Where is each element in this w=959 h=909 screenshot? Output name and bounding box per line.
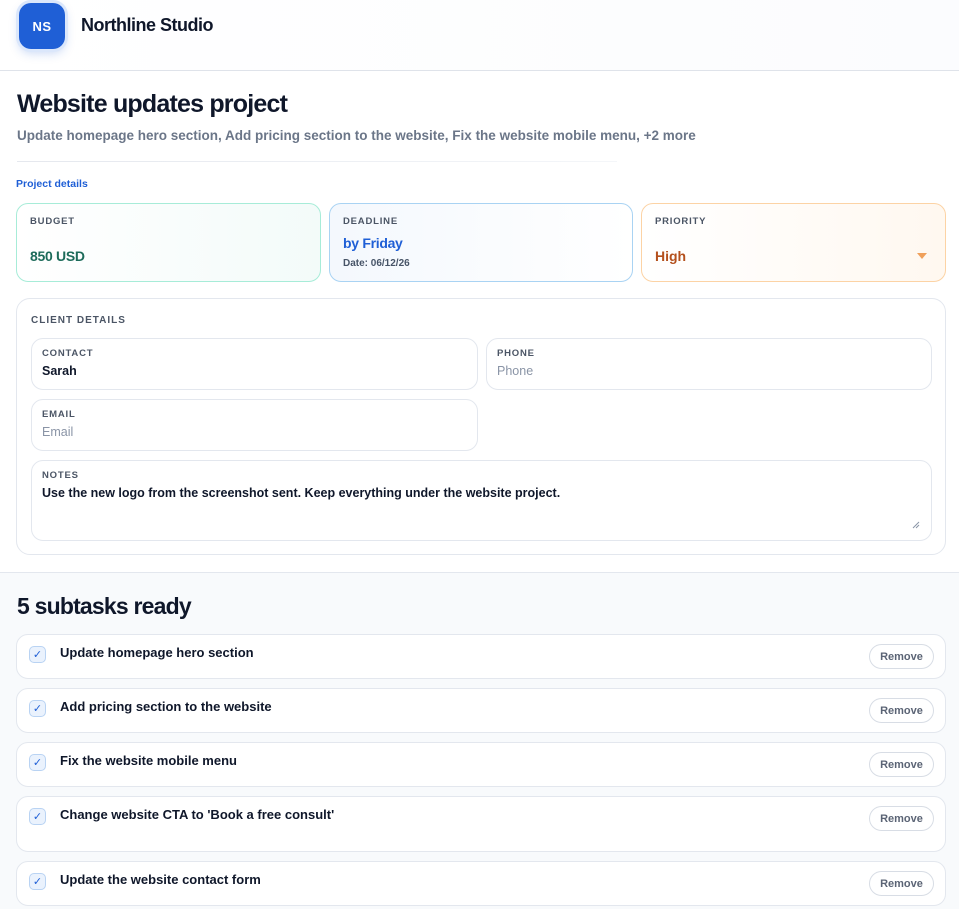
- subtask-label: Update the website contact form: [60, 872, 261, 887]
- chevron-down-icon[interactable]: [917, 253, 927, 259]
- priority-value: High: [655, 248, 687, 264]
- resize-handle-icon[interactable]: [912, 521, 920, 529]
- client-details-heading: CLIENT DETAILS: [31, 315, 126, 326]
- deadline-value: by Friday: [343, 235, 403, 251]
- subtask-checkbox[interactable]: ✓: [29, 700, 46, 717]
- notes-label: NOTES: [42, 470, 79, 481]
- phone-input[interactable]: Phone: [497, 364, 533, 378]
- subtask-label: Change website CTA to 'Book a free consu…: [60, 807, 335, 822]
- subtask-checkbox[interactable]: ✓: [29, 873, 46, 890]
- phone-field[interactable]: PHONE Phone: [486, 338, 932, 390]
- notes-field[interactable]: NOTES Use the new logo from the screensh…: [31, 460, 932, 541]
- notes-textarea[interactable]: Use the new logo from the screenshot sen…: [42, 486, 560, 500]
- subtask-checkbox[interactable]: ✓: [29, 646, 46, 663]
- deadline-date: Date: 06/12/26: [343, 258, 410, 269]
- contact-field[interactable]: CONTACT Sarah: [31, 338, 478, 390]
- priority-label: PRIORITY: [655, 216, 707, 227]
- subtask-checkbox[interactable]: ✓: [29, 754, 46, 771]
- project-details-link[interactable]: Project details: [16, 178, 88, 190]
- subtasks-section: 5 subtasks ready: [0, 572, 959, 909]
- remove-button[interactable]: Remove: [869, 698, 934, 723]
- subtask-checkbox[interactable]: ✓: [29, 808, 46, 825]
- client-details-panel: CLIENT DETAILS CONTACT Sarah PHONE Phone…: [16, 298, 946, 555]
- studio-logo[interactable]: NS: [19, 3, 65, 49]
- divider: [17, 161, 617, 162]
- priority-select[interactable]: PRIORITY High: [641, 203, 946, 282]
- deadline-label: DEADLINE: [343, 216, 398, 227]
- subtask-label: Update homepage hero section: [60, 645, 254, 660]
- remove-button[interactable]: Remove: [869, 806, 934, 831]
- subtask-row[interactable]: ✓ Update the website contact form Remove: [16, 861, 946, 906]
- contact-label: CONTACT: [42, 348, 94, 359]
- deadline-card[interactable]: DEADLINE by Friday Date: 06/12/26: [329, 203, 633, 282]
- page-title: Website updates project: [17, 90, 288, 118]
- email-field[interactable]: EMAIL Email: [31, 399, 478, 451]
- budget-card[interactable]: BUDGET 850 USD: [16, 203, 321, 282]
- subtask-label: Fix the website mobile menu: [60, 753, 237, 768]
- subtask-row[interactable]: ✓ Add pricing section to the website Rem…: [16, 688, 946, 733]
- subtask-row[interactable]: ✓ Fix the website mobile menu Remove: [16, 742, 946, 787]
- subtasks-title: 5 subtasks ready: [17, 593, 192, 619]
- email-label: EMAIL: [42, 409, 76, 420]
- remove-button[interactable]: Remove: [869, 644, 934, 669]
- remove-button[interactable]: Remove: [869, 871, 934, 896]
- subtask-row[interactable]: ✓ Change website CTA to 'Book a free con…: [16, 796, 946, 852]
- email-input[interactable]: Email: [42, 425, 73, 439]
- phone-label: PHONE: [497, 348, 535, 359]
- budget-label: BUDGET: [30, 216, 75, 227]
- studio-name: Northline Studio: [81, 15, 213, 35]
- remove-button[interactable]: Remove: [869, 752, 934, 777]
- project-summary: Update homepage hero section, Add pricin…: [17, 128, 696, 143]
- subtask-label: Add pricing section to the website: [60, 699, 272, 714]
- budget-value: 850 USD: [30, 248, 85, 264]
- contact-value[interactable]: Sarah: [42, 364, 77, 378]
- subtask-row[interactable]: ✓ Update homepage hero section Remove: [16, 634, 946, 679]
- top-bar: NS Northline Studio: [0, 0, 959, 71]
